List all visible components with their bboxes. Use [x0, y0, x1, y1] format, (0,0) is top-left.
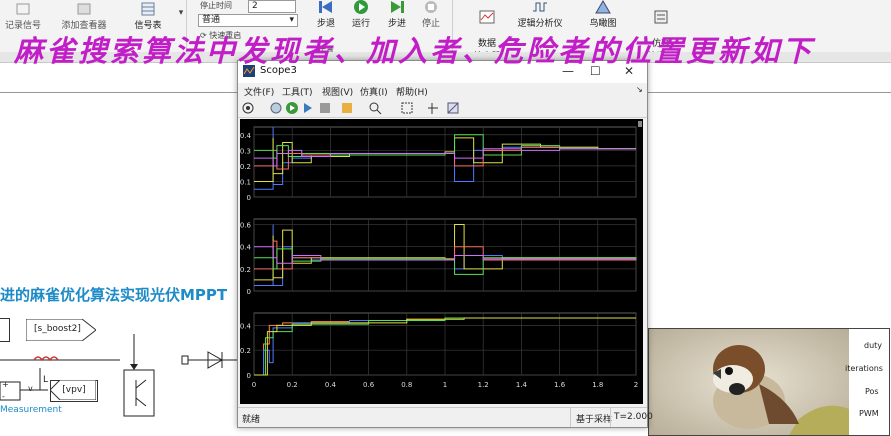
port-duty: duty	[864, 341, 883, 350]
expand-arrow-icon[interactable]: ▾	[176, 8, 186, 18]
step-back-icon	[318, 0, 334, 14]
log-signals-icon	[15, 2, 31, 16]
step-forward-tb-icon[interactable]	[304, 103, 312, 113]
fit-icon[interactable]	[401, 102, 413, 114]
sparrow-image	[649, 329, 849, 435]
highlight-tb-icon[interactable]	[342, 103, 352, 113]
y-tick-label: 0	[247, 194, 251, 202]
plus-label: +	[2, 380, 9, 389]
scope-panel-3: 0 0.2 0.4	[240, 312, 637, 380]
x-tick-label: 1	[443, 381, 447, 389]
step-back-tb-icon[interactable]	[270, 102, 282, 114]
add-viewer-button[interactable]: 添加查看器	[58, 2, 110, 31]
mppt-subsystem-block[interactable]: duty iterations Pos PWM	[648, 328, 890, 436]
signal-table-icon	[140, 2, 156, 16]
scope-plots: 0 0.1 0.2 0.3 0.4 0 0.2 0.4 0.6 0 0.2 0.4 0 0.2 0.4 0.6…	[240, 121, 642, 389]
scope-panel-1: 0 0.1 0.2 0.3 0.4	[240, 126, 637, 202]
scope-toolbar	[238, 100, 647, 118]
menu-simulation[interactable]: 仿真(I)	[360, 85, 388, 98]
step-forward-button[interactable]: 步进	[384, 0, 410, 29]
y-tick-label: 0.2	[240, 163, 251, 171]
stop-icon	[423, 0, 439, 14]
model-title: 进的麻雀优化算法实现光伏MPPT	[0, 286, 228, 304]
x-tick-label: 1.8	[592, 381, 603, 389]
y-tick-label: 0.2	[240, 347, 251, 355]
scope-menubar: 文件(F) 工具(T) 视图(V) 仿真(I) 帮助(H) ↘	[238, 84, 647, 98]
run-icon	[353, 0, 369, 14]
add-viewer-icon	[76, 2, 92, 16]
overlay-caption: 麻雀搜索算法中发现者、加入者、危险者的位置更新如下	[14, 34, 815, 68]
y-tick-label: 0	[247, 372, 251, 380]
y-tick-label: 0.1	[240, 178, 251, 186]
menu-file[interactable]: 文件(F)	[244, 85, 274, 98]
scope-window[interactable]: Scope3 — ☐ ✕ 文件(F) 工具(T) 视图(V) 仿真(I) 帮助(…	[237, 60, 653, 428]
x-tick-label: 1.6	[554, 381, 566, 389]
x-tick-label: 0	[252, 381, 256, 389]
from-vpv-block[interactable]: [vpv]	[50, 380, 98, 402]
step-back-button[interactable]: 步退	[313, 0, 339, 29]
signal-table-button[interactable]: 信号表	[128, 2, 168, 31]
x-tick-label: 0.4	[325, 381, 337, 389]
scope-plot-area[interactable]: 0 0.1 0.2 0.3 0.4 0 0.2 0.4 0.6 0 0.2 0.4 0 0.2 0.4 0.6…	[240, 119, 643, 404]
port-iterations: iterations	[845, 364, 883, 373]
scope-panel-2: 0 0.2 0.4 0.6	[240, 218, 637, 296]
zoom-icon[interactable]	[369, 102, 382, 115]
menu-view[interactable]: 视图(V)	[322, 85, 353, 98]
menu-help[interactable]: 帮助(H)	[396, 85, 428, 98]
step-forward-icon	[389, 0, 405, 14]
data-inspector-icon	[479, 10, 495, 24]
status-sample-based: 基于采样	[576, 415, 613, 425]
port-pwm: PWM	[859, 409, 879, 418]
run-button[interactable]: 运行	[348, 0, 374, 29]
status-time: T=2.000	[614, 412, 653, 422]
style-icon[interactable]	[447, 102, 459, 114]
measurement-label: Measurement	[0, 405, 62, 415]
scroll-marker[interactable]	[638, 121, 642, 127]
x-tick-label: 0.2	[287, 381, 298, 389]
y-tick-label: 0.2	[240, 266, 251, 274]
y-tick-label: 0	[247, 288, 251, 296]
sim-mode-select[interactable]: 普通 ▾	[198, 14, 298, 27]
stop-time-label: 停止时间	[200, 1, 232, 10]
sim-manager-icon	[653, 10, 669, 24]
logic-analyzer-icon	[532, 0, 548, 14]
log-signals-button[interactable]: 记录信号	[2, 2, 44, 31]
stop-time-input[interactable]: 2	[248, 0, 296, 13]
inductor-label: L	[43, 375, 49, 385]
x-tick-label: 0.8	[401, 381, 412, 389]
logic-analyzer-button[interactable]: 逻辑分析仪	[510, 0, 570, 29]
x-tick-label: 1.2	[478, 381, 489, 389]
cursor-icon[interactable]	[428, 103, 438, 114]
run-tb-icon[interactable]	[286, 102, 298, 114]
settings-icon[interactable]	[242, 102, 254, 114]
x-tick-label: 1.4	[516, 381, 528, 389]
bird-view-button[interactable]: 鸟瞰图	[586, 0, 620, 29]
minus-label: -	[2, 392, 5, 401]
x-tick-label: 2	[634, 381, 638, 389]
status-ready: 就绪	[242, 415, 261, 425]
sim-mode-value: 普通	[202, 15, 221, 25]
x-tick-label: 0.6	[363, 381, 375, 389]
port-pos: Pos	[865, 387, 879, 396]
y-tick-label: 0.4	[240, 322, 252, 330]
bird-view-icon	[595, 0, 611, 14]
y-tick-label: 0.6	[240, 222, 252, 230]
menu-tools[interactable]: 工具(T)	[282, 85, 313, 98]
chevron-down-icon: ▾	[289, 15, 294, 25]
stop-tb-icon[interactable]	[320, 103, 330, 113]
y-tick-label: 0.4	[240, 244, 252, 252]
scope-statusbar: 就绪 基于采样 T=2.000	[238, 407, 653, 427]
from-vpv-label: [vpv]	[62, 385, 86, 395]
dock-icon[interactable]: ↘	[636, 85, 643, 94]
y-tick-label: 0.3	[240, 147, 251, 155]
y-tick-label: 0.4	[240, 132, 252, 140]
volt-label: v	[28, 384, 33, 393]
circuit-diagram	[0, 334, 240, 417]
stop-button[interactable]: 停止	[418, 0, 444, 29]
